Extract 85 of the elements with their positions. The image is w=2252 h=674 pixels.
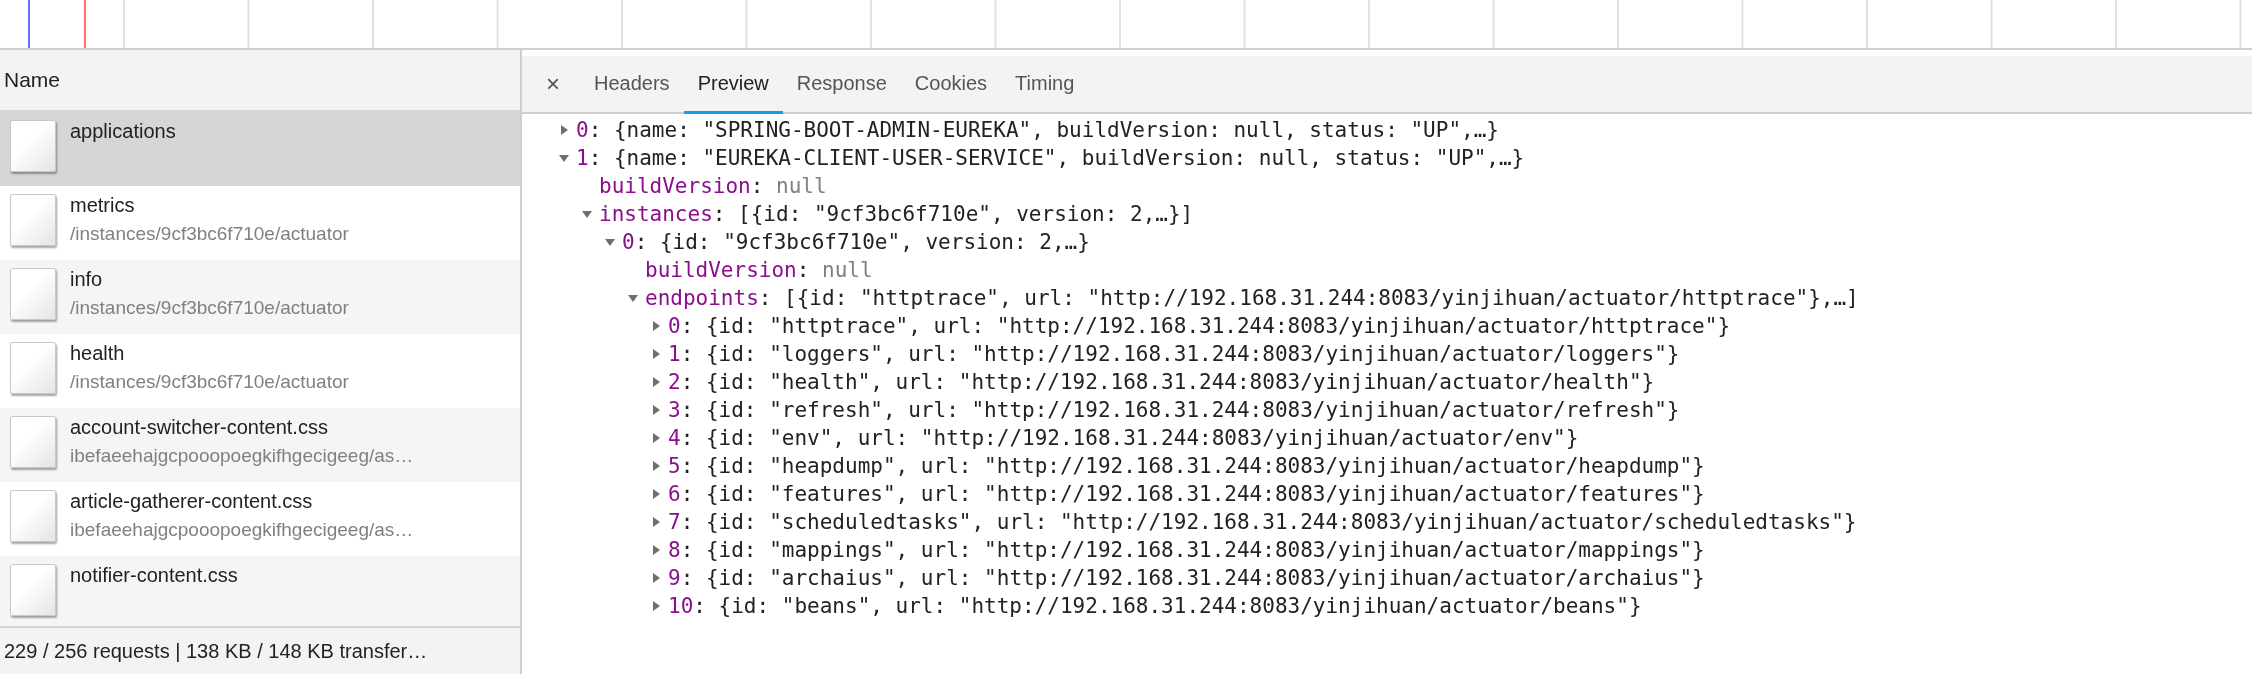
- request-name: article-gatherer-content.css: [70, 490, 314, 513]
- request-name: health: [70, 342, 126, 365]
- property-key: 8: [668, 538, 681, 562]
- collapsed-triangle-icon[interactable]: [650, 376, 662, 388]
- request-row[interactable]: applications: [0, 112, 520, 186]
- expanded-triangle-icon[interactable]: [627, 292, 639, 304]
- property-key: 9: [668, 566, 681, 590]
- file-icon: [10, 416, 56, 468]
- property-key: buildVersion: [645, 258, 797, 282]
- property-value: : {id: "loggers", url: "http://192.168.31.244:8083/yinjihuan/actuator/loggers"}: [680, 342, 1680, 366]
- property-key: instances: [599, 202, 713, 226]
- property-key: 1: [668, 342, 681, 366]
- property-key: 0: [622, 230, 635, 254]
- expanded-triangle-icon[interactable]: [581, 208, 593, 220]
- collapsed-triangle-icon[interactable]: [650, 600, 662, 612]
- property-key: 3: [668, 398, 681, 422]
- request-path: /instances/9cf3bc6f710e/actuator: [70, 371, 349, 393]
- file-icon: [10, 564, 56, 616]
- collapsed-triangle-icon[interactable]: [650, 572, 662, 584]
- collapsed-triangle-icon[interactable]: [650, 544, 662, 556]
- request-row[interactable]: account-switcher-content.css ibefaeehajgcpooopoegkifhgecigeeg/as…: [0, 408, 520, 482]
- request-name: notifier-content.css: [70, 564, 238, 587]
- property-value: : {id: "heapdump", url: "http://192.168.31.244:8083/yinjihuan/actuator/heapdump"}: [680, 454, 1705, 478]
- property-value: :: [750, 174, 765, 198]
- property-value: : {id: "mappings", url: "http://192.168.31.244:8083/yinjihuan/actuator/mappings"}: [680, 538, 1705, 562]
- property-value: : {id: "env", url: "http://192.168.31.244:8083/yinjihuan/actuator/env"}: [680, 426, 1579, 450]
- request-name: metrics: [70, 194, 136, 217]
- property-key: 1: [576, 146, 589, 170]
- request-row[interactable]: notifier-content.css: [0, 556, 520, 626]
- property-key: 0: [668, 314, 681, 338]
- request-row[interactable]: info /instances/9cf3bc6f710e/actuator: [0, 260, 520, 334]
- tab[interactable]: Cookies: [900, 56, 1002, 114]
- property-key: 6: [668, 482, 681, 506]
- file-icon: [10, 194, 56, 246]
- collapsed-triangle-icon[interactable]: [650, 348, 662, 360]
- close-button[interactable]: ×: [536, 56, 570, 112]
- request-path: /instances/9cf3bc6f710e/actuator: [70, 223, 349, 245]
- property-value: : [{id: "httptrace", url: "http://192.168.31.244:8083/yinjihuan/actuator/httptrace"},…]: [758, 286, 1859, 310]
- property-value: : {id: "9cf3bc6f710e", version: 2,…}: [634, 230, 1090, 254]
- collapsed-triangle-icon[interactable]: [650, 432, 662, 444]
- collapsed-triangle-icon[interactable]: [650, 488, 662, 500]
- file-icon: [10, 342, 56, 394]
- request-path: ibefaeehajgcpooopoegkifhgecigeeg/as…: [70, 445, 414, 467]
- file-icon: [10, 120, 56, 172]
- null-value: null: [822, 258, 873, 282]
- request-name: applications: [70, 120, 176, 143]
- collapsed-triangle-icon[interactable]: [558, 124, 570, 136]
- request-name: info: [70, 268, 104, 291]
- property-value: :: [796, 258, 811, 282]
- property-key: 7: [668, 510, 681, 534]
- tab[interactable]: Preview: [683, 56, 783, 114]
- property-value: : {id: "scheduledtasks", url: "http://192.168.31.244:8083/yinjihuan/actuator/scheduledtasks"}: [680, 510, 1857, 534]
- property-key: 10: [668, 594, 694, 618]
- collapsed-triangle-icon[interactable]: [650, 404, 662, 416]
- column-header[interactable]: Name: [0, 50, 520, 112]
- expanded-triangle-icon[interactable]: [558, 152, 570, 164]
- property-key: 5: [668, 454, 681, 478]
- request-path: ibefaeehajgcpooopoegkifhgecigeeg/as…: [70, 519, 414, 541]
- property-value: : {id: "refresh", url: "http://192.168.31.244:8083/yinjihuan/actuator/refresh"}: [680, 398, 1680, 422]
- tab[interactable]: Response: [782, 56, 901, 114]
- expanded-triangle-icon[interactable]: [604, 236, 616, 248]
- file-icon: [10, 490, 56, 542]
- file-icon: [10, 268, 56, 320]
- property-value: : {name: "SPRING-BOOT-ADMIN-EUREKA", buildVersion: null, status: "UP",…}: [588, 118, 1499, 142]
- property-value: : {id: "archaius", url: "http://192.168.31.244:8083/yinjihuan/actuator/archaius"}: [680, 566, 1705, 590]
- property-value: : {id: "features", url: "http://192.168.31.244:8083/yinjihuan/actuator/features"}: [680, 482, 1705, 506]
- tab[interactable]: Headers: [580, 56, 684, 114]
- null-value: null: [776, 174, 827, 198]
- collapsed-triangle-icon[interactable]: [650, 460, 662, 472]
- property-value: : {id: "httptrace", url: "http://192.168.31.244:8083/yinjihuan/actuator/httptrace"}: [680, 314, 1731, 338]
- property-value: : {id: "health", url: "http://192.168.31.244:8083/yinjihuan/actuator/health"}: [680, 370, 1655, 394]
- status-bar: 229 / 256 requests | 138 KB / 148 KB transfer…: [0, 626, 520, 674]
- property-value: : {name: "EUREKA-CLIENT-USER-SERVICE", buildVersion: null, status: "UP",…}: [588, 146, 1525, 170]
- property-key: 4: [668, 426, 681, 450]
- property-key: 2: [668, 370, 681, 394]
- collapsed-triangle-icon[interactable]: [650, 320, 662, 332]
- property-key: endpoints: [645, 286, 759, 310]
- property-key: 0: [576, 118, 589, 142]
- property-value: : {id: "beans", url: "http://192.168.31.244:8083/yinjihuan/actuator/beans"}: [693, 594, 1642, 618]
- property-key: buildVersion: [599, 174, 751, 198]
- request-path: /instances/9cf3bc6f710e/actuator: [70, 297, 349, 319]
- request-name: account-switcher-content.css: [70, 416, 329, 439]
- collapsed-triangle-icon[interactable]: [650, 516, 662, 528]
- property-value: : [{id: "9cf3bc6f710e", version: 2,…}]: [712, 202, 1194, 226]
- tab[interactable]: Timing: [1001, 56, 1089, 114]
